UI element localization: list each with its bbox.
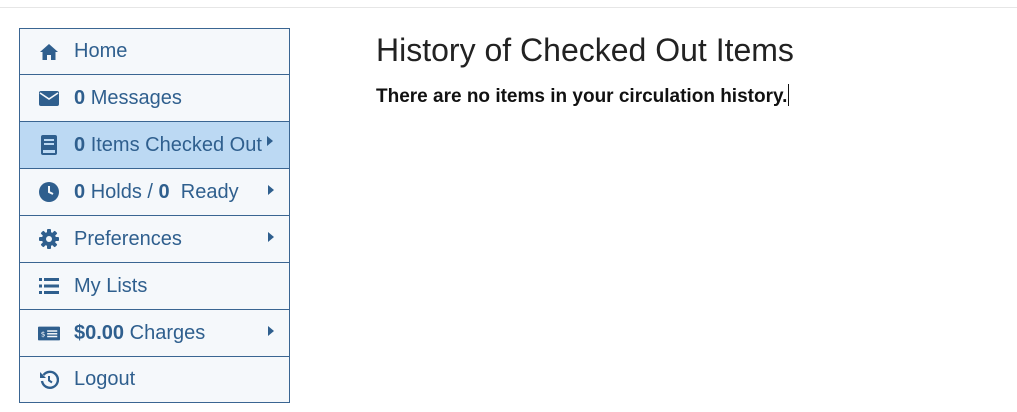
list-icon — [38, 275, 60, 297]
sidebar-item-messages[interactable]: 0 Messages — [20, 74, 289, 121]
main-content: History of Checked Out Items There are n… — [376, 32, 794, 108]
page-title: History of Checked Out Items — [376, 32, 794, 68]
sidebar-item-label-ready: Ready — [180, 180, 239, 203]
sidebar-item-label: Messages — [90, 86, 182, 109]
sidebar-item-label: Home — [74, 40, 128, 62]
sidebar-item-holds[interactable]: 0 Holds / 0 Ready — [20, 168, 289, 215]
sidebar-item-label: Logout — [74, 368, 136, 390]
empty-history-message: There are no items in your circulation h… — [376, 84, 794, 108]
sidebar-item-label: My Lists — [74, 274, 148, 297]
caret-right-icon — [268, 326, 274, 336]
sidebar-item-label: Preferences — [74, 227, 182, 250]
sidebar-item-label: Charges — [129, 321, 206, 344]
caret-right-icon — [268, 185, 274, 195]
envelope-icon — [38, 87, 60, 109]
top-divider — [0, 7, 1017, 8]
sidebar-item-label: Holds / — [90, 180, 153, 203]
holds-count: 0 — [74, 180, 86, 203]
sidebar-item-home[interactable]: Home — [20, 29, 289, 74]
sidebar-item-preferences[interactable]: Preferences — [20, 215, 289, 262]
money-icon: $ — [38, 322, 60, 344]
account-sidebar: Home 0 Messages 0 Items Checked Out 0 Ho… — [19, 28, 290, 403]
caret-right-icon — [267, 136, 273, 146]
sidebar-item-logout[interactable]: Logout — [20, 356, 289, 402]
gear-icon — [38, 228, 60, 250]
messages-count: 0 — [74, 86, 86, 109]
clock-icon — [38, 181, 60, 203]
home-icon — [38, 41, 60, 63]
sidebar-item-lists[interactable]: My Lists — [20, 262, 289, 309]
ready-count: 0 — [158, 180, 170, 203]
checked-out-count: 0 — [74, 133, 86, 156]
text-cursor — [788, 84, 790, 106]
caret-right-icon — [268, 232, 274, 242]
sidebar-item-checked-out[interactable]: 0 Items Checked Out — [20, 121, 289, 168]
sidebar-item-label: Items Checked Out — [90, 133, 262, 156]
history-icon — [38, 369, 60, 391]
charges-amount: $0.00 — [74, 321, 125, 344]
sidebar-item-charges[interactable]: $ $0.00 Charges — [20, 309, 289, 356]
empty-message-text: There are no items in your circulation h… — [376, 86, 788, 107]
book-icon — [38, 134, 60, 156]
svg-text:$: $ — [41, 329, 46, 338]
